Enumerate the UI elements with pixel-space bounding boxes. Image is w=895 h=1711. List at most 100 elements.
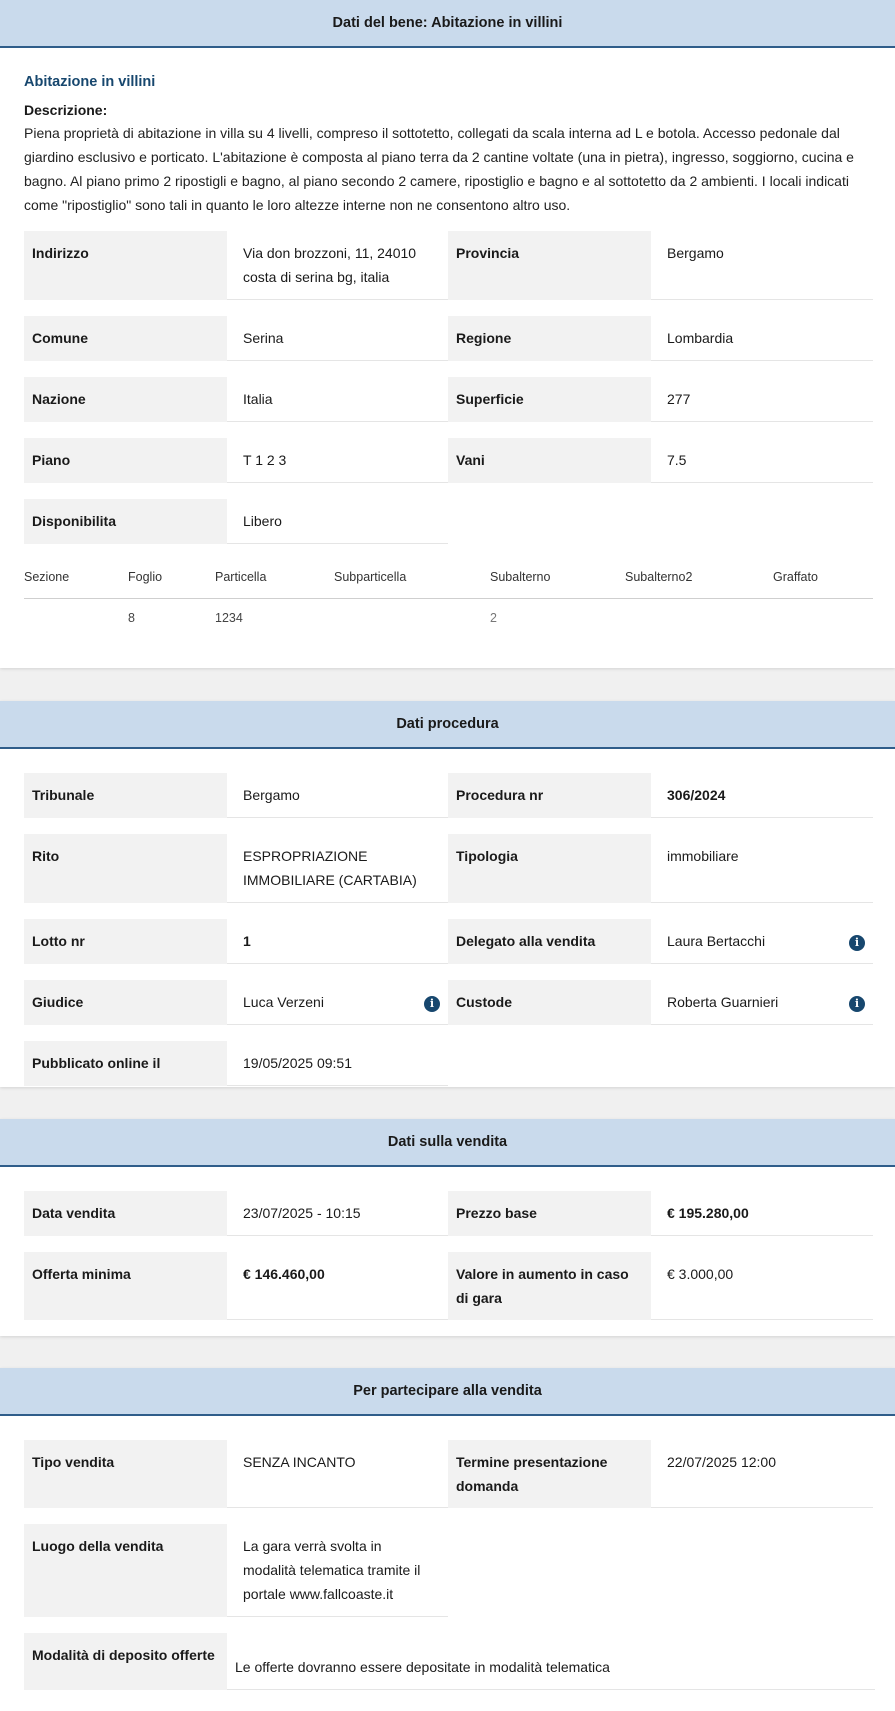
catasto-header-foglio: Foglio — [128, 562, 215, 599]
field-label: Tribunale — [24, 773, 227, 818]
card-header: Dati sulla vendita — [0, 1119, 895, 1167]
field-value: ESPROPRIAZIONE IMMOBILIARE (CARTABIA) — [227, 834, 448, 903]
field-label: Offerta minima — [24, 1252, 227, 1320]
field-value: SENZA INCANTO — [227, 1440, 448, 1508]
field-label: Luogo della vendita — [24, 1524, 227, 1617]
field-label: Regione — [448, 316, 651, 361]
catasto-table: Sezione Foglio Particella Subparticella … — [24, 562, 873, 639]
catasto-header-subalterno: Subalterno — [490, 562, 625, 599]
field-value: 277 — [651, 377, 873, 422]
table-row: 8 1234 2 — [24, 599, 873, 640]
field-modalita-deposito: Modalità di deposito offerte Le offerte … — [24, 1633, 875, 1690]
field-value: Laura Bertacchi — [667, 933, 766, 949]
field-label: Data vendita — [24, 1191, 227, 1236]
card-partecipare: Per partecipare alla vendita Tipo vendit… — [0, 1368, 895, 1711]
field-label: Nazione — [24, 377, 227, 422]
field-tipologia: Tipologia immobiliare — [448, 834, 873, 903]
catasto-cell — [334, 599, 490, 640]
field-value: 19/05/2025 09:51 — [227, 1041, 448, 1086]
field-nazione: Nazione Italia — [24, 377, 448, 422]
info-icon[interactable]: i — [849, 935, 865, 951]
field-value: 7.5 — [651, 438, 873, 483]
field-value: 1 — [227, 919, 448, 964]
field-vani: Vani 7.5 — [448, 438, 873, 483]
card-dati-procedura: Dati procedura Tribunale Bergamo Procedu… — [0, 701, 895, 1087]
card-header: Per partecipare alla vendita — [0, 1368, 895, 1416]
field-label: Procedura nr — [448, 773, 651, 818]
field-label: Provincia — [448, 231, 651, 300]
field-offerta-minima: Offerta minima € 146.460,00 — [24, 1252, 448, 1320]
field-value-wrap: Roberta Guarnieri i — [651, 980, 873, 1025]
field-provincia: Provincia Bergamo — [448, 231, 873, 300]
field-value: Serina — [227, 316, 448, 361]
field-label: Vani — [448, 438, 651, 483]
field-label: Giudice — [24, 980, 227, 1025]
field-value: 22/07/2025 12:00 — [651, 1440, 873, 1508]
field-luogo: Luogo della vendita La gara verrà svolta… — [24, 1524, 448, 1617]
catasto-header-particella: Particella — [215, 562, 334, 599]
field-lotto-nr: Lotto nr 1 — [24, 919, 448, 964]
info-icon[interactable]: i — [849, 996, 865, 1012]
field-label: Tipologia — [448, 834, 651, 903]
field-valore-aumento: Valore in aumento in caso di gara € 3.00… — [448, 1252, 873, 1320]
card-dati-bene: Dati del bene: Abitazione in villini Abi… — [0, 0, 895, 668]
catasto-cell — [773, 599, 873, 640]
grid-spacer — [448, 1524, 873, 1633]
catasto-cell: 2 — [490, 611, 497, 625]
field-label: Pubblicato online il — [24, 1041, 227, 1086]
field-label: Lotto nr — [24, 919, 227, 964]
catasto-header-subparticella: Subparticella — [334, 562, 490, 599]
field-value: Luca Verzeni — [243, 994, 324, 1010]
field-value: Via don brozzoni, 11, 24010 costa di ser… — [227, 231, 448, 300]
field-label: Rito — [24, 834, 227, 903]
field-data-vendita: Data vendita 23/07/2025 - 10:15 — [24, 1191, 448, 1236]
field-procedura-nr: Procedura nr 306/2024 — [448, 773, 873, 818]
field-superficie: Superficie 277 — [448, 377, 873, 422]
catasto-cell — [625, 599, 773, 640]
catasto-cell — [24, 599, 128, 640]
field-rito: Rito ESPROPRIAZIONE IMMOBILIARE (CARTABI… — [24, 834, 448, 903]
catasto-cell: 1234 — [215, 611, 243, 625]
field-value-wrap: Luca Verzeni i — [227, 980, 448, 1025]
field-prezzo-base: Prezzo base € 195.280,00 — [448, 1191, 873, 1236]
field-value: La gara verrà svolta in modalità telemat… — [227, 1524, 448, 1617]
field-value: € 146.460,00 — [227, 1252, 448, 1320]
field-value: T 1 2 3 — [227, 438, 448, 483]
description-text: Piena proprietà di abitazione in villa s… — [24, 125, 854, 213]
field-value-wrap: Laura Bertacchi i — [651, 919, 873, 964]
field-label: Comune — [24, 316, 227, 361]
field-value: Lombardia — [651, 316, 873, 361]
field-piano: Piano T 1 2 3 — [24, 438, 448, 483]
field-label: Valore in aumento in caso di gara — [448, 1252, 651, 1320]
card-dati-vendita: Dati sulla vendita Data vendita 23/07/20… — [0, 1119, 895, 1336]
field-value: € 195.280,00 — [651, 1191, 873, 1236]
field-label: Tipo vendita — [24, 1440, 227, 1508]
catasto-header-subalterno2: Subalterno2 — [625, 562, 773, 599]
field-delegato: Delegato alla vendita Laura Bertacchi i — [448, 919, 873, 964]
field-value: 23/07/2025 - 10:15 — [227, 1191, 448, 1236]
card-header: Dati procedura — [0, 701, 895, 749]
field-label: Disponibilita — [24, 499, 227, 544]
field-label: Indirizzo — [24, 231, 227, 300]
info-icon[interactable]: i — [424, 996, 440, 1012]
bene-subtitle: Abitazione in villini — [24, 74, 156, 90]
catasto-header-graffato: Graffato — [773, 562, 873, 599]
field-label: Delegato alla vendita — [448, 919, 651, 964]
catasto-header-row: Sezione Foglio Particella Subparticella … — [24, 562, 873, 599]
field-disponibilita: Disponibilita Libero — [24, 499, 448, 544]
field-value: Italia — [227, 377, 448, 422]
field-tribunale: Tribunale Bergamo — [24, 773, 448, 818]
field-label: Piano — [24, 438, 227, 483]
field-value: Le offerte dovranno essere depositate in… — [227, 1633, 875, 1690]
field-value: € 3.000,00 — [651, 1252, 873, 1320]
field-label: Prezzo base — [448, 1191, 651, 1236]
field-tipo-vendita: Tipo vendita SENZA INCANTO — [24, 1440, 448, 1508]
field-label: Modalità di deposito offerte — [24, 1633, 227, 1690]
field-custode: Custode Roberta Guarnieri i — [448, 980, 873, 1025]
field-value: Bergamo — [227, 773, 448, 818]
field-value: Bergamo — [651, 231, 873, 300]
catasto-cell: 8 — [128, 611, 135, 625]
field-value: Roberta Guarnieri — [667, 994, 779, 1010]
description-label: Descrizione: — [24, 102, 108, 118]
field-giudice: Giudice Luca Verzeni i — [24, 980, 448, 1025]
